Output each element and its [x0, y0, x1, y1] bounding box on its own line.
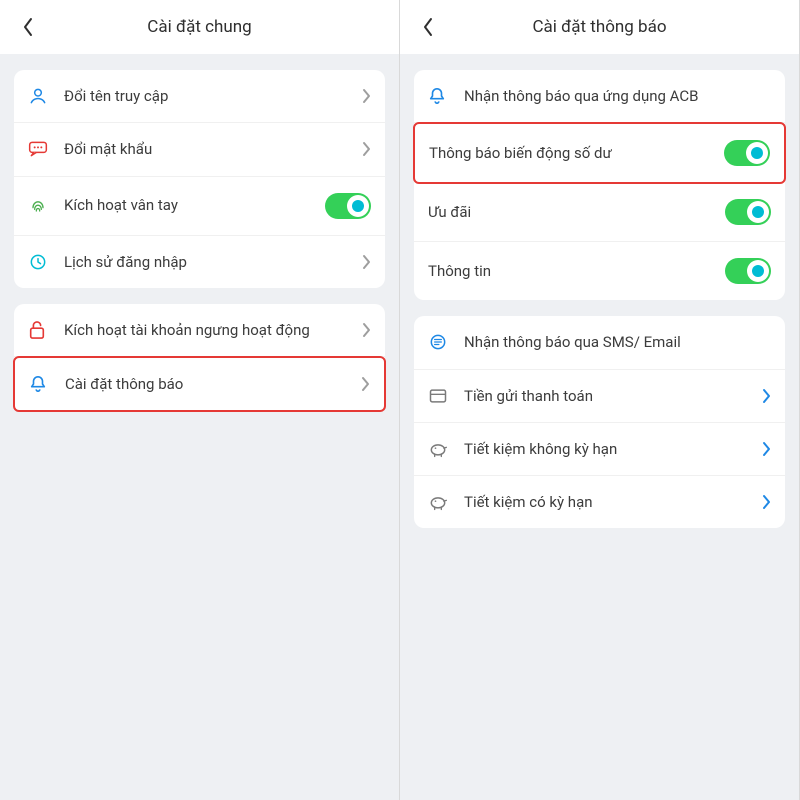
lock-icon [28, 320, 54, 340]
deposit-label: Tiền gửi thanh toán [464, 386, 761, 406]
chevron-left-icon [421, 16, 435, 38]
chat-icon [28, 140, 54, 158]
right-pane: Cài đặt thông báo Nhận thông báo qua ứng… [400, 0, 800, 800]
savings-term-row[interactable]: Tiết kiệm có kỳ hạn [414, 476, 785, 528]
sms-notification-card: Nhận thông báo qua SMS/ Email Tiền gửi t… [414, 316, 785, 528]
piggy-bank-icon [428, 493, 454, 511]
left-header: Cài đặt chung [0, 0, 399, 54]
account-card: Kích hoạt tài khoản ngưng hoạt động Cài … [14, 304, 385, 413]
fingerprint-row[interactable]: Kích hoạt vân tay [14, 177, 385, 236]
info-notification-toggle[interactable] [725, 258, 771, 284]
left-pane: Cài đặt chung Đổi tên truy cập Đổi mật k… [0, 0, 400, 800]
chevron-right-icon [361, 254, 371, 270]
info-notification-row[interactable]: Thông tin [414, 242, 785, 300]
sms-icon [428, 332, 454, 352]
bell-icon [428, 86, 454, 106]
chevron-right-icon [761, 494, 771, 510]
left-content: Đổi tên truy cập Đổi mật khẩu Kích hoạ [0, 54, 399, 443]
user-icon [28, 86, 54, 106]
chevron-right-icon [361, 88, 371, 104]
general-settings-card: Đổi tên truy cập Đổi mật khẩu Kích hoạ [14, 70, 385, 288]
offers-notification-toggle[interactable] [725, 199, 771, 225]
balance-notification-row[interactable]: Thông báo biến động số dư [413, 122, 786, 184]
sms-notification-header-label: Nhận thông báo qua SMS/ Email [464, 332, 771, 352]
page-title: Cài đặt chung [0, 17, 399, 37]
app-notification-header-label: Nhận thông báo qua ứng dụng ACB [464, 86, 771, 106]
chevron-right-icon [361, 141, 371, 157]
bell-icon [29, 374, 55, 394]
balance-notification-label: Thông báo biến động số dư [429, 143, 724, 163]
right-content: Nhận thông báo qua ứng dụng ACB Thông bá… [400, 54, 799, 560]
chevron-right-icon [360, 376, 370, 392]
piggy-bank-icon [428, 440, 454, 458]
app-notification-header: Nhận thông báo qua ứng dụng ACB [414, 70, 785, 123]
chevron-left-icon [21, 16, 35, 38]
login-history-label: Lịch sử đăng nhập [64, 252, 361, 272]
reactivate-account-row[interactable]: Kích hoạt tài khoản ngưng hoạt động [14, 304, 385, 357]
login-history-row[interactable]: Lịch sử đăng nhập [14, 236, 385, 288]
chevron-right-icon [361, 322, 371, 338]
savings-term-label: Tiết kiệm có kỳ hạn [464, 492, 761, 512]
page-title: Cài đặt thông báo [400, 17, 799, 37]
chevron-right-icon [761, 388, 771, 404]
rename-access-label: Đổi tên truy cập [64, 86, 361, 106]
sms-notification-header: Nhận thông báo qua SMS/ Email [414, 316, 785, 369]
notification-settings-label: Cài đặt thông báo [65, 374, 360, 394]
fingerprint-icon [28, 196, 54, 216]
savings-no-term-row[interactable]: Tiết kiệm không kỳ hạn [414, 423, 785, 476]
clock-icon [28, 252, 54, 272]
change-password-label: Đổi mật khẩu [64, 139, 361, 159]
right-header: Cài đặt thông báo [400, 0, 799, 54]
back-button[interactable] [412, 11, 444, 43]
notification-settings-row[interactable]: Cài đặt thông báo [13, 356, 386, 412]
offers-notification-row[interactable]: Ưu đãi [414, 183, 785, 242]
app-notification-card: Nhận thông báo qua ứng dụng ACB Thông bá… [414, 70, 785, 300]
rename-access-row[interactable]: Đổi tên truy cập [14, 70, 385, 123]
balance-notification-toggle[interactable] [724, 140, 770, 166]
info-notification-label: Thông tin [428, 261, 725, 281]
savings-no-term-label: Tiết kiệm không kỳ hạn [464, 439, 761, 459]
reactivate-account-label: Kích hoạt tài khoản ngưng hoạt động [64, 320, 361, 340]
deposit-row[interactable]: Tiền gửi thanh toán [414, 370, 785, 423]
fingerprint-toggle[interactable] [325, 193, 371, 219]
fingerprint-label: Kích hoạt vân tay [64, 195, 325, 215]
wallet-icon [428, 387, 454, 405]
change-password-row[interactable]: Đổi mật khẩu [14, 123, 385, 176]
offers-notification-label: Ưu đãi [428, 202, 725, 222]
chevron-right-icon [761, 441, 771, 457]
back-button[interactable] [12, 11, 44, 43]
